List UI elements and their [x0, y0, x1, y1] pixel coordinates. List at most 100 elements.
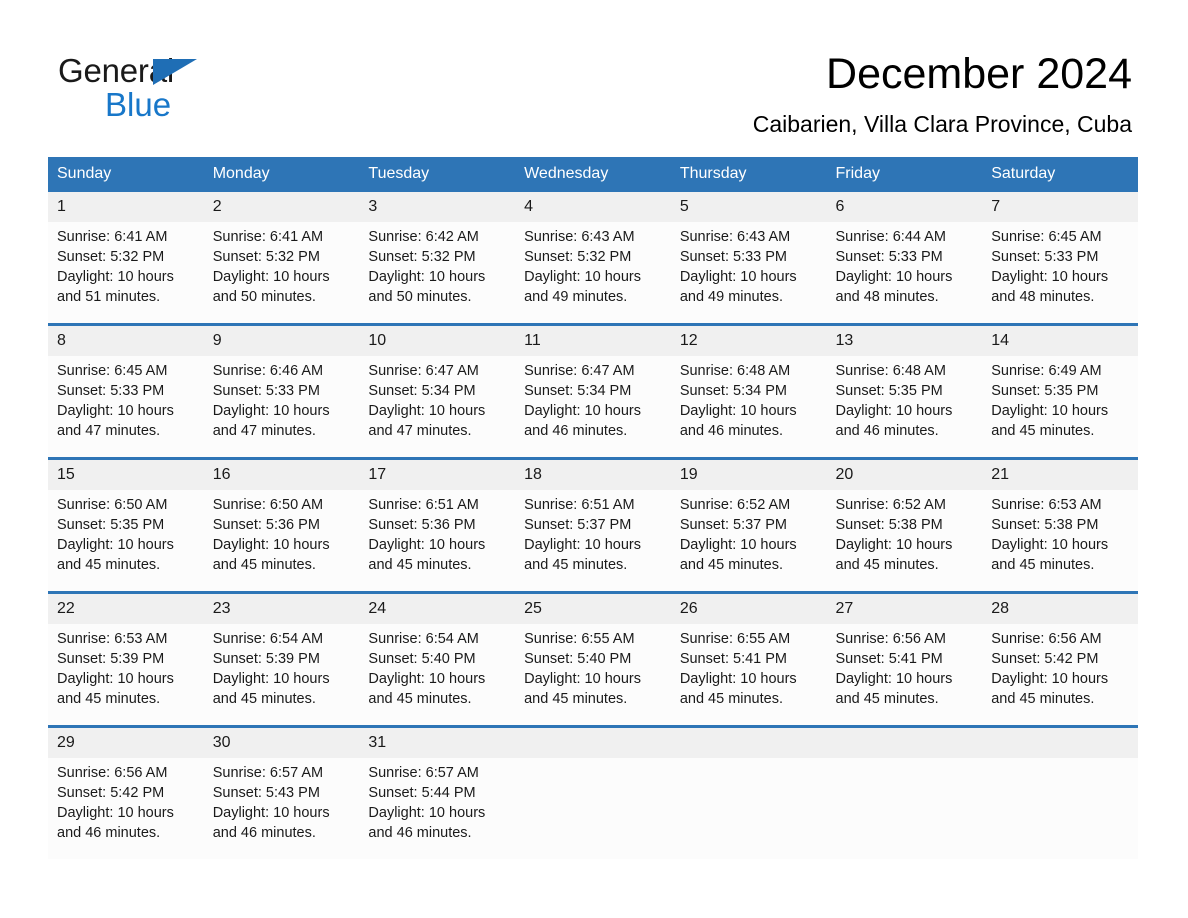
calendar-day-cell[interactable]: 5 Sunrise: 6:43 AM Sunset: 5:33 PM Daylight… [670, 192, 827, 325]
day-details: Sunrise: 6:56 AM Sunset: 5:42 PM Daylight:… [48, 758, 204, 843]
triangle-icon [153, 59, 197, 85]
calendar-day-cell[interactable]: 24 Sunrise: 6:54 AM Sunset: 5:40 PM Dayligh… [359, 591, 516, 727]
day-number: 7 [982, 192, 1138, 222]
day-cell-inner: 1 Sunrise: 6:41 AM Sunset: 5:32 PM Daylight… [48, 192, 204, 323]
page-title: December 2024 [826, 50, 1132, 98]
generalblue-logo[interactable]: General Blue [58, 52, 358, 132]
day-cell-inner: 3 Sunrise: 6:42 AM Sunset: 5:32 PM Daylight… [359, 192, 516, 323]
day-details: Sunrise: 6:52 AM Sunset: 5:37 PM Daylight:… [671, 490, 827, 575]
sunrise-time: Sunrise: 6:50 AM [57, 497, 168, 513]
day-cell-inner [515, 728, 671, 859]
calendar-day-cell[interactable]: 28 Sunrise: 6:56 AM Sunset: 5:42 PM Dayligh… [982, 591, 1138, 727]
daylight-duration-line1: Daylight: 10 hours [57, 403, 174, 419]
calendar-day-cell[interactable]: 11 Sunrise: 6:47 AM Sunset: 5:34 PM Dayligh… [515, 323, 671, 459]
calendar-day-cell[interactable]: 23 Sunrise: 6:54 AM Sunset: 5:39 PM Dayligh… [203, 591, 360, 727]
day-cell-inner: 6 Sunrise: 6:44 AM Sunset: 5:33 PM Daylight… [826, 192, 983, 323]
calendar-day-cell[interactable]: 1 Sunrise: 6:41 AM Sunset: 5:32 PM Daylight… [48, 192, 204, 325]
daylight-duration-line1: Daylight: 10 hours [212, 671, 330, 687]
daylight-duration-line2: and 45 minutes. [679, 557, 783, 573]
calendar-day-cell[interactable]: 17 Sunrise: 6:51 AM Sunset: 5:36 PM Dayligh… [359, 457, 516, 593]
day-cell-inner: 8 Sunrise: 6:45 AM Sunset: 5:33 PM Daylight… [48, 326, 204, 457]
calendar-day-cell[interactable]: 27 Sunrise: 6:56 AM Sunset: 5:41 PM Dayligh… [826, 591, 983, 727]
daylight-duration-line1: Daylight: 10 hours [212, 537, 330, 553]
day-number: 13 [826, 326, 983, 356]
calendar-day-cell[interactable]: 18 Sunrise: 6:51 AM Sunset: 5:37 PM Dayligh… [515, 457, 671, 593]
day-number: 6 [826, 192, 983, 222]
daylight-duration-line2: and 49 minutes. [524, 289, 628, 305]
day-details: Sunrise: 6:42 AM Sunset: 5:32 PM Daylight:… [359, 222, 515, 307]
calendar-day-cell[interactable]: 2 Sunrise: 6:41 AM Sunset: 5:32 PM Daylight… [203, 192, 360, 325]
day-cell-inner: 26 Sunrise: 6:55 AM Sunset: 5:41 PM Dayligh… [670, 594, 827, 725]
daylight-duration-line2: and 47 minutes. [368, 423, 472, 439]
calendar-day-cell[interactable]: 15 Sunrise: 6:50 AM Sunset: 5:35 PM Dayligh… [48, 457, 204, 593]
day-number: 31 [359, 728, 516, 758]
calendar-day-cell[interactable]: 19 Sunrise: 6:52 AM Sunset: 5:37 PM Dayligh… [670, 457, 827, 593]
sunrise-time: Sunrise: 6:57 AM [212, 765, 324, 781]
day-cell-inner: 27 Sunrise: 6:56 AM Sunset: 5:41 PM Dayligh… [826, 594, 983, 725]
calendar-day-cell[interactable]: 3 Sunrise: 6:42 AM Sunset: 5:32 PM Daylight… [359, 192, 516, 325]
day-cell-inner [670, 728, 827, 859]
logo-word-blue: Blue [105, 86, 172, 123]
day-number: 26 [670, 594, 827, 624]
day-details: Sunrise: 6:44 AM Sunset: 5:33 PM Daylight:… [827, 222, 983, 307]
day-cell-inner: 19 Sunrise: 6:52 AM Sunset: 5:37 PM Dayligh… [670, 460, 827, 591]
day-details [982, 758, 1138, 763]
calendar-day-cell[interactable]: 26 Sunrise: 6:55 AM Sunset: 5:41 PM Dayligh… [670, 591, 827, 727]
day-cell-inner: 18 Sunrise: 6:51 AM Sunset: 5:37 PM Dayligh… [515, 460, 671, 591]
calendar-day-cell[interactable]: 9 Sunrise: 6:46 AM Sunset: 5:33 PM Daylight… [203, 323, 360, 459]
calendar-day-cell-empty [826, 725, 983, 859]
sunrise-time: Sunrise: 6:55 AM [679, 631, 791, 647]
day-cell-inner: 31 Sunrise: 6:57 AM Sunset: 5:44 PM Dayligh… [359, 728, 516, 859]
calendar-day-cell[interactable]: 13 Sunrise: 6:48 AM Sunset: 5:35 PM Dayligh… [826, 323, 983, 459]
sunrise-time: Sunrise: 6:53 AM [57, 631, 168, 647]
sunrise-time: Sunrise: 6:41 AM [57, 229, 168, 245]
calendar-day-cell[interactable]: 16 Sunrise: 6:50 AM Sunset: 5:36 PM Dayligh… [203, 457, 360, 593]
calendar-day-cell[interactable]: 31 Sunrise: 6:57 AM Sunset: 5:44 PM Dayligh… [359, 725, 516, 859]
sunset-time: Sunset: 5:39 PM [57, 651, 165, 667]
daylight-duration-line1: Daylight: 10 hours [57, 805, 174, 821]
sunset-time: Sunset: 5:41 PM [835, 651, 943, 667]
day-details: Sunrise: 6:57 AM Sunset: 5:44 PM Daylight:… [359, 758, 515, 843]
daylight-duration-line2: and 45 minutes. [57, 691, 161, 707]
day-details: Sunrise: 6:45 AM Sunset: 5:33 PM Daylight:… [982, 222, 1138, 307]
day-cell-inner: 25 Sunrise: 6:55 AM Sunset: 5:40 PM Dayligh… [515, 594, 671, 725]
calendar-day-cell[interactable]: 21 Sunrise: 6:53 AM Sunset: 5:38 PM Dayligh… [982, 457, 1138, 593]
daylight-duration-line1: Daylight: 10 hours [835, 269, 953, 285]
day-number: 29 [48, 728, 204, 758]
calendar-day-cell[interactable]: 20 Sunrise: 6:52 AM Sunset: 5:38 PM Dayligh… [826, 457, 983, 593]
sunrise-time: Sunrise: 6:46 AM [212, 363, 324, 379]
calendar-day-cell[interactable]: 6 Sunrise: 6:44 AM Sunset: 5:33 PM Daylight… [826, 192, 983, 325]
daylight-duration-line1: Daylight: 10 hours [835, 671, 953, 687]
calendar-day-cell[interactable]: 8 Sunrise: 6:45 AM Sunset: 5:33 PM Daylight… [48, 323, 204, 459]
calendar-page: General Blue December 2024 Caibarien, Vi… [0, 0, 1188, 918]
calendar-week-row: 22 Sunrise: 6:53 AM Sunset: 5:39 PM Dayligh… [48, 591, 1138, 727]
daylight-duration-line1: Daylight: 10 hours [368, 805, 486, 821]
calendar-day-cell[interactable]: 10 Sunrise: 6:47 AM Sunset: 5:34 PM Dayligh… [359, 323, 516, 459]
day-cell-inner: 15 Sunrise: 6:50 AM Sunset: 5:35 PM Dayligh… [48, 460, 204, 591]
day-details: Sunrise: 6:49 AM Sunset: 5:35 PM Daylight:… [982, 356, 1138, 441]
sunrise-time: Sunrise: 6:55 AM [524, 631, 635, 647]
day-details: Sunrise: 6:55 AM Sunset: 5:41 PM Daylight:… [671, 624, 827, 709]
day-cell-inner: 12 Sunrise: 6:48 AM Sunset: 5:34 PM Dayligh… [670, 326, 827, 457]
sunset-time: Sunset: 5:39 PM [212, 651, 320, 667]
day-details: Sunrise: 6:50 AM Sunset: 5:35 PM Daylight:… [48, 490, 204, 575]
calendar-week-row: 1 Sunrise: 6:41 AM Sunset: 5:32 PM Daylight… [48, 192, 1138, 325]
daylight-duration-line1: Daylight: 10 hours [212, 805, 330, 821]
calendar-day-cell[interactable]: 22 Sunrise: 6:53 AM Sunset: 5:39 PM Dayligh… [48, 591, 204, 727]
daylight-duration-line1: Daylight: 10 hours [835, 403, 953, 419]
calendar-day-cell[interactable]: 12 Sunrise: 6:48 AM Sunset: 5:34 PM Dayligh… [670, 323, 827, 459]
calendar-day-cell[interactable]: 7 Sunrise: 6:45 AM Sunset: 5:33 PM Daylight… [982, 192, 1138, 325]
daylight-duration-line2: and 46 minutes. [835, 423, 939, 439]
calendar-day-cell[interactable]: 30 Sunrise: 6:57 AM Sunset: 5:43 PM Dayligh… [203, 725, 360, 859]
calendar-day-cell[interactable]: 4 Sunrise: 6:43 AM Sunset: 5:32 PM Daylight… [515, 192, 671, 325]
sunset-time: Sunset: 5:33 PM [212, 383, 320, 399]
sunrise-time: Sunrise: 6:48 AM [835, 363, 946, 379]
sunset-time: Sunset: 5:38 PM [835, 517, 943, 533]
sunrise-time: Sunrise: 6:52 AM [679, 497, 791, 513]
day-cell-inner: 13 Sunrise: 6:48 AM Sunset: 5:35 PM Dayligh… [826, 326, 983, 457]
daylight-duration-line1: Daylight: 10 hours [991, 269, 1109, 285]
calendar-day-cell[interactable]: 29 Sunrise: 6:56 AM Sunset: 5:42 PM Dayligh… [48, 725, 204, 859]
calendar-day-cell[interactable]: 25 Sunrise: 6:55 AM Sunset: 5:40 PM Dayligh… [515, 591, 671, 727]
sunrise-time: Sunrise: 6:43 AM [524, 229, 635, 245]
calendar-day-cell[interactable]: 14 Sunrise: 6:49 AM Sunset: 5:35 PM Dayligh… [982, 323, 1138, 459]
